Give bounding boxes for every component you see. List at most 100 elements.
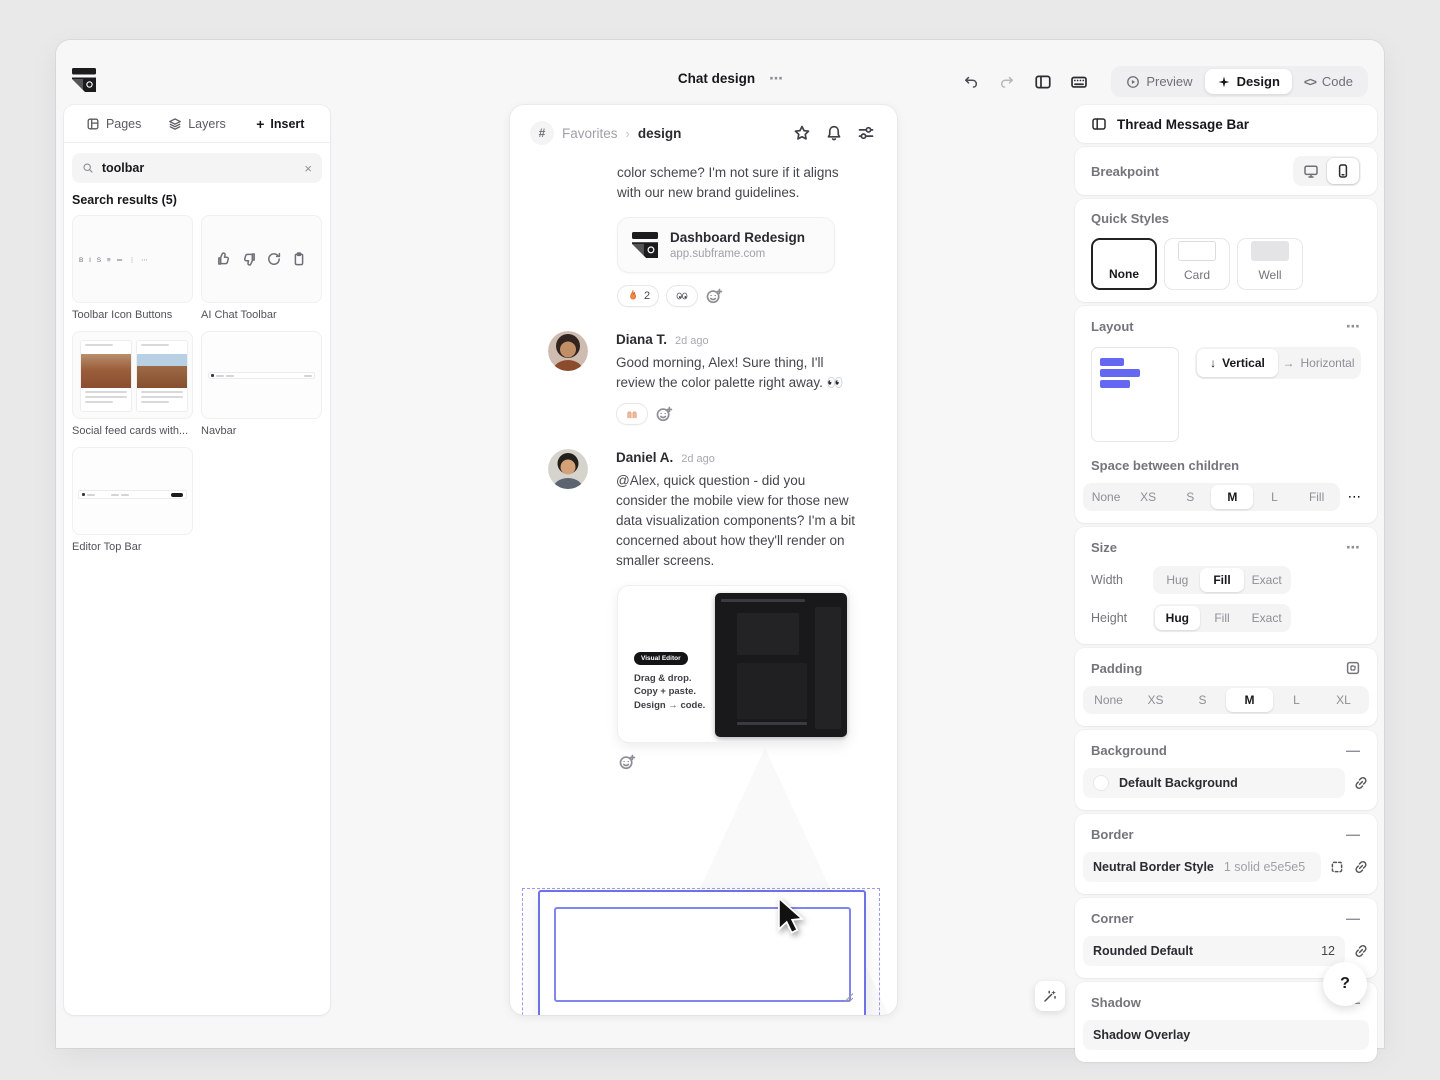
message-text: color scheme? I'm not sure if it aligns … — [617, 163, 859, 203]
width-exact-button[interactable]: Exact — [1244, 568, 1289, 592]
border-link-button[interactable] — [1353, 859, 1369, 875]
layout-horizontal-button[interactable]: → Horizontal — [1278, 349, 1359, 377]
shadow-label: Shadow — [1091, 995, 1141, 1010]
sender-name[interactable]: Diana T. — [616, 332, 667, 347]
bell-icon[interactable] — [825, 124, 843, 142]
padding-sides-button[interactable] — [1345, 660, 1361, 676]
design-mode-button[interactable]: Design — [1205, 69, 1292, 94]
keyboard-shortcuts-button[interactable] — [1065, 68, 1093, 96]
resize-handle-icon[interactable] — [843, 992, 854, 1003]
clipboard-icon — [291, 251, 307, 267]
padding-box-icon — [1345, 660, 1361, 676]
padding-xs-button[interactable]: XS — [1132, 688, 1179, 712]
tab-insert[interactable]: + Insert — [241, 105, 320, 142]
breadcrumb-parent[interactable]: Favorites — [562, 126, 618, 141]
padding-l-button[interactable]: L — [1273, 688, 1320, 712]
reaction-eyes[interactable] — [666, 285, 698, 307]
background-value-button[interactable]: Default Background — [1083, 768, 1345, 798]
avatar-daniel[interactable] — [548, 449, 588, 489]
app-logo-icon[interactable] — [72, 68, 96, 92]
padding-s-button[interactable]: S — [1179, 688, 1226, 712]
space-l-button[interactable]: L — [1253, 485, 1295, 509]
corner-collapse-button[interactable]: — — [1346, 910, 1361, 926]
component-panel-icon — [1091, 116, 1107, 132]
width-hug-button[interactable]: Hug — [1155, 568, 1200, 592]
toggle-left-panel-button[interactable] — [1029, 68, 1057, 96]
size-menu-button[interactable]: ⋯ — [1346, 539, 1361, 556]
space-fill-button[interactable]: Fill — [1296, 485, 1338, 509]
redo-button[interactable] — [993, 68, 1021, 96]
result-card-ai-chat-toolbar[interactable]: AI Chat Toolbar — [201, 215, 322, 321]
space-s-button[interactable]: S — [1169, 485, 1211, 509]
padding-none-button[interactable]: None — [1085, 688, 1132, 712]
insert-search: × — [72, 153, 322, 183]
result-card-navbar[interactable]: Navbar — [201, 331, 322, 437]
border-collapse-button[interactable]: — — [1346, 826, 1361, 842]
shadow-value-button[interactable]: Shadow Overlay — [1083, 1020, 1369, 1050]
corner-value-button[interactable]: Rounded Default 12 — [1083, 936, 1345, 966]
layout-menu-button[interactable]: ⋯ — [1346, 318, 1361, 335]
add-reaction-icon[interactable] — [655, 405, 673, 423]
document-title[interactable]: Chat design — [678, 71, 755, 86]
space-none-button[interactable]: None — [1085, 485, 1127, 509]
space-between-switcher: None XS S M L Fill — [1083, 483, 1340, 511]
arrow-down-icon: ↓ — [1210, 356, 1216, 370]
background-link-button[interactable] — [1353, 775, 1369, 791]
settings-sliders-icon[interactable] — [857, 124, 875, 142]
magic-wand-button[interactable] — [1035, 981, 1065, 1011]
arrow-right-icon: → — [1282, 356, 1294, 370]
sender-name[interactable]: Daniel A. — [616, 450, 673, 465]
search-icon — [82, 161, 94, 175]
search-input[interactable] — [102, 161, 297, 175]
star-icon[interactable] — [793, 124, 811, 142]
space-m-button[interactable]: M — [1211, 485, 1253, 509]
top-bar: Chat design ⋯ Preview Design <> Code — [56, 40, 1384, 102]
message-diana: Diana T.2d ago Good morning, Alex! Sure … — [548, 331, 897, 425]
corner-link-button[interactable] — [1353, 943, 1369, 959]
raised-hands-emoji-icon — [625, 407, 639, 421]
height-fill-button[interactable]: Fill — [1200, 606, 1245, 630]
add-reaction-icon[interactable] — [705, 287, 723, 305]
result-card-social-feed-cards[interactable]: Social feed cards with... — [72, 331, 193, 437]
avatar-diana[interactable] — [548, 331, 588, 371]
component-thumbnail — [72, 447, 193, 535]
image-attachment[interactable]: Visual Editor Drag & drop. Copy + paste.… — [617, 585, 850, 743]
quick-style-well[interactable]: Well — [1237, 238, 1303, 290]
result-card-editor-top-bar[interactable]: Editor Top Bar — [72, 447, 193, 553]
border-sides-button[interactable] — [1329, 859, 1345, 875]
padding-section: Padding None XS S M L XL — [1075, 648, 1377, 726]
padding-m-button[interactable]: M — [1226, 688, 1273, 712]
layout-label: Layout — [1091, 319, 1134, 334]
padding-xl-button[interactable]: XL — [1320, 688, 1367, 712]
height-hug-button[interactable]: Hug — [1155, 606, 1200, 630]
space-xs-button[interactable]: XS — [1127, 485, 1169, 509]
result-card-toolbar-icon-buttons[interactable]: B I S ≡ ≔ ⋮ ⋯ Toolbar Icon Buttons — [72, 215, 193, 321]
height-exact-button[interactable]: Exact — [1244, 606, 1289, 630]
reaction-hands[interactable] — [616, 403, 648, 425]
preview-mode-button[interactable]: Preview — [1114, 69, 1204, 94]
breakpoint-desktop-button[interactable] — [1295, 158, 1327, 184]
message-text: @Alex, quick question - did you consider… — [616, 471, 858, 571]
code-mode-button[interactable]: <> Code — [1292, 69, 1365, 94]
border-value-button[interactable]: Neutral Border Style 1 solid e5e5e5 — [1083, 852, 1321, 882]
left-sidebar: Pages Layers + Insert × Search results (… — [64, 105, 330, 1015]
component-label: Toolbar Icon Buttons — [72, 309, 193, 321]
help-button[interactable]: ? — [1323, 962, 1367, 1006]
breadcrumb-current[interactable]: design — [638, 126, 682, 141]
width-fill-button[interactable]: Fill — [1200, 568, 1245, 592]
reaction-fire[interactable]: 2 — [617, 285, 659, 307]
chat-design-frame[interactable]: # Favorites › design color scheme? I'm n… — [510, 105, 897, 1015]
tab-layers[interactable]: Layers — [157, 105, 236, 142]
background-collapse-button[interactable]: — — [1346, 742, 1361, 758]
clear-search-button[interactable]: × — [304, 161, 312, 176]
space-menu-button[interactable]: ⋯ — [1348, 489, 1361, 505]
tab-pages[interactable]: Pages — [74, 105, 153, 142]
layout-vertical-button[interactable]: ↓ Vertical — [1197, 349, 1278, 377]
quick-style-none[interactable]: None — [1091, 238, 1157, 290]
thread-message-bar[interactable]: + @ — [538, 890, 866, 1015]
quick-style-card[interactable]: Card — [1164, 238, 1230, 290]
breakpoint-mobile-button[interactable] — [1327, 158, 1359, 184]
link-preview-card[interactable]: Dashboard Redesign app.subframe.com — [617, 217, 835, 273]
title-overflow-menu[interactable]: ⋯ — [769, 70, 784, 87]
undo-button[interactable] — [957, 68, 985, 96]
